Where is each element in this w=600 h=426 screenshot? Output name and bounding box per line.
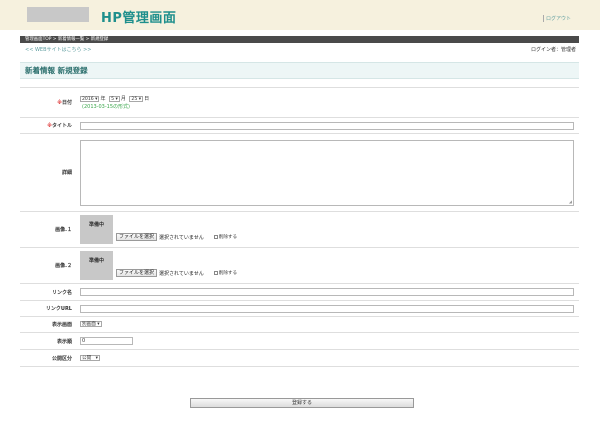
publish-label: 公開区分 [20,349,76,367]
month-unit: 月 [120,96,126,102]
link-name-input[interactable] [80,288,574,296]
form-row-detail: 詳細 ◢ [20,133,579,212]
year-select[interactable]: 2016 ▾ [80,95,100,102]
day-unit: 日 [144,96,150,102]
form-row-display-order: 表示順 0 [20,332,579,350]
image1-preview: 準備中 [80,215,113,244]
form-row-date: ※日付 2016 ▾ 年 5 ▾ 月 25 ▾ 日 (2013-03-15の形式) [20,87,579,118]
resize-grip-icon[interactable]: ◢ [569,199,572,204]
image2-delete-checkbox[interactable] [213,271,218,275]
year-unit: 年 [100,96,106,102]
link-url-label: リンクURL [20,300,76,317]
form-row-image1: 画像.１ 準備中 ファイルを選択 選択されていません 削除する [20,211,579,248]
image1-delete-checkbox[interactable] [213,235,218,239]
chevron-down-icon: ▾ [115,96,118,102]
login-info: ログイン者：管理者 [530,47,576,53]
image1-file-status: 選択されていません [159,234,204,241]
chevron-down-icon: ▾ [97,322,100,328]
form-row-image2: 画像.２ 準備中 ファイルを選択 選択されていません 削除する [20,247,579,284]
chevron-down-icon: ▾ [95,96,98,102]
breadcrumb: 管理画面TOP > 新着情報一覧 > 新規登録 [20,36,579,43]
submit-button[interactable]: 登録する [190,398,414,408]
image2-file-button[interactable]: ファイルを選択 [116,269,158,277]
image2-preview: 準備中 [80,251,113,280]
logout-link[interactable]: ログアウト [542,15,571,22]
display-order-label: 表示順 [20,332,76,350]
breadcrumb-separator: > [52,37,57,42]
title-input[interactable] [80,121,574,130]
image2-label: 画像.２ [20,247,76,284]
registration-form: ※日付 2016 ▾ 年 5 ▾ 月 25 ▾ 日 (2013-03-15の形式) ※… [20,87,579,367]
day-select[interactable]: 25 ▾ [129,95,144,102]
publish-select[interactable]: 公開 ▾ [80,354,100,361]
display-screen-select[interactable]: 別画面 ▾ [80,321,102,328]
image2-delete-label: 削除する [218,271,238,276]
breadcrumb-separator: > [85,37,90,42]
date-cell: 2016 ▾ 年 5 ▾ 月 25 ▾ 日 (2013-03-15の形式) [76,87,579,118]
form-row-link-name: リンク名 [20,283,579,301]
link-name-label: リンク名 [20,283,76,301]
link-url-input[interactable] [80,304,574,313]
breadcrumb-current: 新規登録 [90,37,109,42]
date-label: ※日付 [20,87,76,118]
logo-placeholder [27,7,89,22]
form-row-publish: 公開区分 公開 ▾ [20,349,579,367]
form-row-display-screen: 表示画面 別画面 ▾ [20,316,579,333]
form-row-link-url: リンクURL [20,300,579,317]
display-screen-label: 表示画面 [20,316,76,333]
chevron-down-icon: ▾ [95,355,98,361]
image2-file-status: 選択されていません [159,270,204,277]
breadcrumb-top-link[interactable]: 管理画面TOP [25,37,51,42]
chevron-down-icon: ▾ [138,96,142,102]
form-row-title: ※タイトル [20,117,579,134]
page-title: 新着情報 新規登録 [20,62,579,79]
image1-delete-label: 削除する [218,235,238,240]
title-label: ※タイトル [20,117,76,134]
website-link[interactable]: << WEBサイトはこちら >> [25,46,91,53]
detail-textarea[interactable]: ◢ [80,139,574,206]
detail-label: 詳細 [20,133,76,212]
breadcrumb-list-link[interactable]: 新着情報一覧 [58,37,84,42]
display-order-input[interactable]: 0 [80,337,133,345]
date-format-hint: (2013-03-15の形式) [82,104,130,110]
header: HP管理画面 ログアウト [0,0,600,30]
image1-label: 画像.１ [20,211,76,248]
app-title: HP管理画面 [101,11,177,26]
month-select[interactable]: 5 ▾ [109,95,120,102]
image1-file-button[interactable]: ファイルを選択 [116,233,158,241]
